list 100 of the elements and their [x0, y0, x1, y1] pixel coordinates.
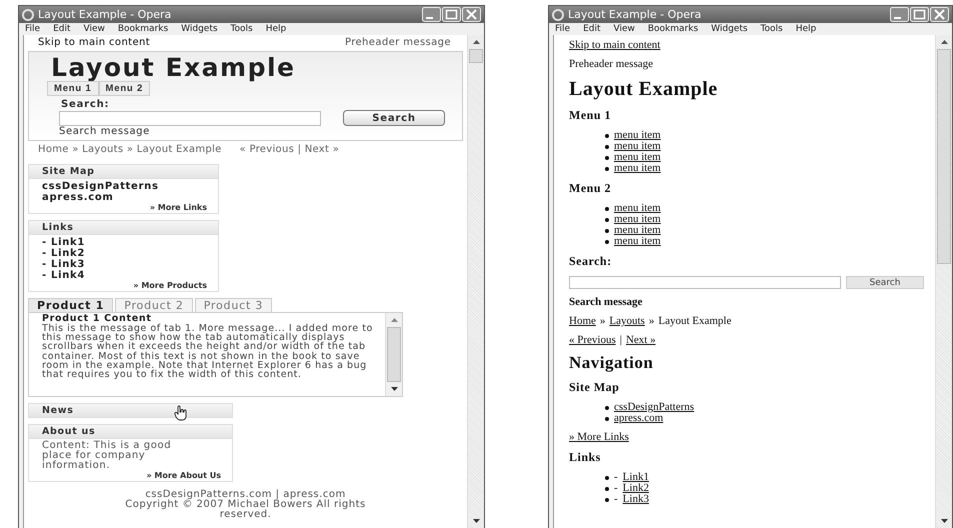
section-heading: Links: [569, 450, 602, 465]
scroll-up-arrow-icon[interactable]: [390, 317, 398, 323]
scrollbar[interactable]: [385, 313, 402, 396]
window-title: Layout Example - Opera: [38, 8, 172, 21]
menu-link[interactable]: cssDesignPatterns: [614, 402, 694, 413]
menu-item[interactable]: Edit: [583, 24, 600, 34]
close-button[interactable]: [930, 7, 949, 22]
previous-next-links[interactable]: « Previous | Next »: [240, 144, 340, 155]
menu-item[interactable]: Help: [266, 24, 286, 34]
breadcrumb-link[interactable]: Home: [569, 315, 596, 327]
minimize-button[interactable]: [890, 7, 909, 22]
bullet-icon: [605, 156, 609, 160]
menu-link[interactable]: menu item: [614, 141, 661, 152]
menu-item[interactable]: Help: [796, 24, 816, 34]
scroll-up-arrow-icon[interactable]: [940, 39, 948, 45]
box-link[interactable]: - Link2: [42, 248, 205, 259]
menu-item[interactable]: Edit: [53, 24, 70, 34]
search-field[interactable]: [59, 110, 321, 126]
menu-item[interactable]: Tools: [230, 24, 253, 34]
search-button[interactable]: Search: [846, 276, 924, 289]
hand-cursor-icon: [174, 405, 188, 421]
previous-link[interactable]: « Previous: [569, 334, 616, 346]
menu-tab[interactable]: Menu 2: [98, 81, 150, 96]
tab-heading: Product 1 Content: [42, 314, 152, 324]
skip-link[interactable]: Skip to main content: [569, 39, 660, 51]
menu-link[interactable]: apress.com: [614, 413, 664, 424]
list-dash: -: [614, 494, 618, 505]
bullet-icon: [605, 206, 609, 210]
menu-item[interactable]: File: [555, 24, 570, 34]
bullet-icon: [605, 166, 609, 170]
bullet-icon: [605, 228, 609, 232]
menu-item[interactable]: Tools: [760, 24, 783, 34]
preheader-message: Preheader message: [344, 37, 451, 48]
link[interactable]: Link3: [622, 494, 649, 505]
scrollbar[interactable]: [467, 35, 484, 528]
bullet-icon: [605, 240, 609, 244]
menu-item[interactable]: View: [614, 24, 635, 34]
box-link[interactable]: - Link4: [42, 270, 205, 281]
menu-link[interactable]: menu item: [614, 236, 661, 247]
minimize-button[interactable]: [422, 7, 441, 22]
more-link[interactable]: » More About Us: [146, 471, 221, 480]
breadcrumb-link[interactable]: Layouts: [609, 315, 645, 327]
box-link[interactable]: apress.com: [42, 192, 205, 203]
maximize-button[interactable]: [910, 7, 929, 22]
breadcrumb-text: »: [648, 315, 654, 327]
product-tab[interactable]: Product 3: [194, 298, 272, 312]
menu-link[interactable]: menu item: [614, 152, 661, 163]
scroll-down-arrow-icon[interactable]: [472, 518, 480, 524]
window-title: Layout Example - Opera: [568, 8, 702, 21]
more-link[interactable]: » More Products: [133, 281, 207, 290]
menu-tab[interactable]: Menu 1: [47, 81, 99, 96]
link[interactable]: Link2: [622, 483, 649, 494]
scrollbar-thumb[interactable]: [387, 327, 401, 382]
more-link[interactable]: » More Links: [150, 203, 207, 212]
menu-item[interactable]: Bookmarks: [118, 24, 168, 34]
scroll-up-arrow-icon[interactable]: [472, 39, 480, 45]
menu-link[interactable]: menu item: [614, 225, 661, 236]
skip-link[interactable]: Skip to main content: [38, 37, 150, 48]
scroll-down-arrow-icon[interactable]: [390, 386, 398, 392]
menu-link[interactable]: menu item: [614, 203, 661, 214]
box-link[interactable]: cssDesignPatterns: [42, 181, 205, 192]
menu-heading: Menu 1: [569, 108, 612, 123]
menu-item[interactable]: File: [25, 24, 40, 34]
bullet-icon: [605, 218, 609, 222]
search-button[interactable]: Search: [343, 110, 445, 126]
menu-item[interactable]: Widgets: [711, 24, 748, 34]
product-tab[interactable]: Product 1: [28, 298, 114, 312]
close-button[interactable]: [462, 7, 481, 22]
bullet-icon: [605, 498, 609, 502]
bullet-icon: [605, 476, 609, 480]
menu-item[interactable]: Bookmarks: [648, 24, 698, 34]
box-heading[interactable]: News: [29, 404, 232, 417]
preheader-message: Preheader message: [569, 58, 654, 70]
scrollbar-thumb[interactable]: [469, 49, 483, 63]
scroll-down-arrow-icon[interactable]: [940, 518, 948, 524]
tab-body-text: This is the message of tab 1. More message... I added more to this message to show how the tab automatically displays scrollbars when it exceeds the height and/or width of the tab container. Most of this text is not shown in the book to save room in the example. Note that Internet Explorer 6 has a bug that requires you to fix the width of this content.: [42, 324, 374, 380]
section-heading: Site Map: [569, 380, 620, 395]
scrollbar[interactable]: [935, 35, 952, 528]
breadcrumb[interactable]: Home » Layouts » Layout Example: [38, 144, 222, 155]
menu-item[interactable]: View: [84, 24, 105, 34]
more-link[interactable]: » More Links: [569, 431, 629, 443]
product-tab[interactable]: Product 2: [115, 298, 193, 312]
box-heading: Site Map: [29, 165, 218, 179]
menu-link[interactable]: menu item: [614, 163, 661, 174]
maximize-button[interactable]: [442, 7, 461, 22]
menu-link[interactable]: menu item: [614, 130, 661, 141]
box-link[interactable]: - Link1: [42, 237, 205, 248]
search-field[interactable]: [569, 276, 841, 289]
bullet-icon: [605, 144, 609, 148]
scrollbar-thumb[interactable]: [937, 49, 951, 264]
app-icon: [22, 8, 34, 20]
next-link[interactable]: Next »: [626, 334, 656, 346]
bullet-icon: [605, 134, 609, 138]
navigation-heading: Navigation: [569, 353, 654, 373]
box-link[interactable]: - Link3: [42, 259, 205, 270]
menu-link[interactable]: menu item: [614, 214, 661, 225]
menu-item[interactable]: Widgets: [181, 24, 218, 34]
link[interactable]: Link1: [622, 472, 649, 483]
search-message: Search message: [569, 296, 644, 308]
footer-text: cssDesignPatterns.com | apress.com: [145, 490, 346, 500]
